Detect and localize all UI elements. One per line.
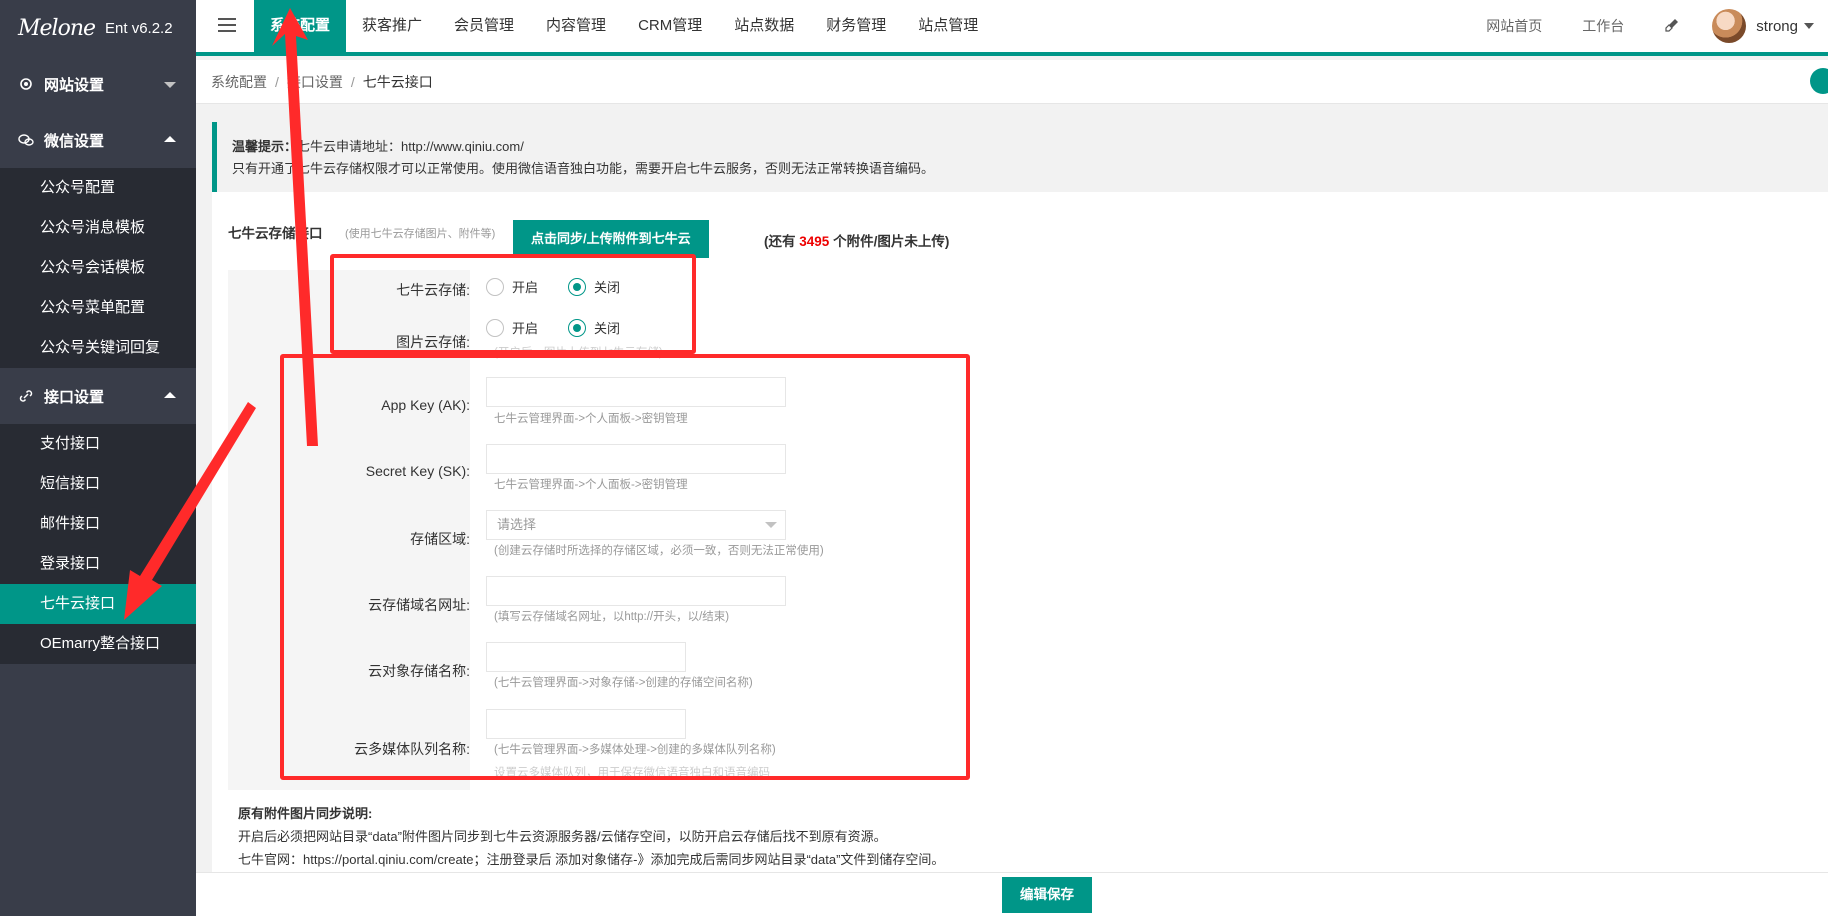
- chevron-down-icon[interactable]: [1804, 23, 1814, 29]
- top-header: 系统配置 获客推广 会员管理 内容管理 CRM管理 站点数据 财务管理 站点管理…: [196, 0, 1828, 56]
- sidebar-item-mp-config[interactable]: 公众号配置: [0, 168, 196, 208]
- form-subtitle: (使用七牛云存储图片、附件等): [345, 228, 496, 240]
- save-button[interactable]: 编辑保存: [1002, 877, 1092, 913]
- username[interactable]: strong: [1756, 18, 1798, 35]
- chevron-up-icon: [164, 392, 176, 398]
- chevron-up-icon: [164, 136, 176, 142]
- nav-customer-acquisition[interactable]: 获客推广: [346, 0, 438, 52]
- annotation-box-fields: [280, 354, 970, 780]
- annotation-box-toggles: [330, 254, 696, 354]
- top-right-actions: 网站首页 工作台 strong: [1466, 0, 1828, 52]
- sidebar-item-mp-menu-config[interactable]: 公众号菜单配置: [0, 288, 196, 328]
- breadcrumb-current: 七牛云接口: [362, 73, 433, 90]
- nav-site-management[interactable]: 站点管理: [902, 0, 994, 52]
- sidebar-item-login-api[interactable]: 登录接口: [0, 544, 196, 584]
- menu-toggle-icon[interactable]: [218, 18, 236, 34]
- sidebar-item-mp-keyword-reply[interactable]: 公众号关键词回复: [0, 328, 196, 368]
- refresh-icon[interactable]: [1810, 68, 1828, 94]
- sidebar-group-website[interactable]: 网站设置: [0, 56, 196, 112]
- breadcrumb-item[interactable]: 系统配置: [211, 72, 267, 92]
- wechat-icon: [18, 134, 34, 146]
- remain-prefix: (还有: [764, 234, 796, 249]
- sidebar-item-qiniu-api[interactable]: 七牛云接口: [0, 584, 196, 624]
- nav-member-management[interactable]: 会员管理: [438, 0, 530, 52]
- notes-line-1: 开启后必须把网站目录“data”附件图片同步到七牛云资源服务器/云储存空间，以防…: [238, 829, 887, 844]
- remain-suffix: 个附件/图片未上传): [833, 234, 950, 249]
- sidebar-item-payment-api[interactable]: 支付接口: [0, 424, 196, 464]
- sidebar-item-mp-session-template[interactable]: 公众号会话模板: [0, 248, 196, 288]
- link-icon: [19, 390, 33, 402]
- sidebar-sublist-api: 支付接口 短信接口 邮件接口 登录接口 七牛云接口 OEmarry整合接口: [0, 424, 196, 664]
- sync-upload-button[interactable]: 点击同步/上传附件到七牛云: [513, 220, 709, 258]
- logo[interactable]: Melone Ent v6.2.2: [0, 0, 196, 56]
- sidebar-item-sms-api[interactable]: 短信接口: [0, 464, 196, 504]
- brush-icon: [1665, 18, 1679, 32]
- app-version: Ent v6.2.2: [105, 19, 173, 37]
- tip-line-1: 温馨提示：七牛云申请地址：http://www.qiniu.com/: [232, 136, 1813, 158]
- top-nav: 系统配置 获客推广 会员管理 内容管理 CRM管理 站点数据 财务管理 站点管理: [254, 0, 994, 52]
- sidebar-item-email-api[interactable]: 邮件接口: [0, 504, 196, 544]
- sidebar-sublist-wechat: 公众号配置 公众号消息模板 公众号会话模板 公众号菜单配置 公众号关键词回复: [0, 168, 196, 368]
- sidebar-group-api[interactable]: 接口设置: [0, 368, 196, 424]
- notes-line-2: 七牛官网：https://portal.qiniu.com/create；注册登…: [238, 852, 945, 867]
- remaining-count-text: (还有 3495 个附件/图片未上传): [764, 230, 949, 250]
- breadcrumb-separator: /: [275, 73, 279, 90]
- sidebar: Melone Ent v6.2.2 网站设置 微信设置 公众号配置 公众号消息模…: [0, 0, 196, 916]
- breadcrumb-item[interactable]: 接口设置: [287, 72, 343, 92]
- sidebar-group-label: 微信设置: [44, 132, 105, 150]
- workbench-link[interactable]: 工作台: [1562, 16, 1644, 36]
- sync-notes: 原有附件图片同步说明: 开启后必须把网站目录“data”附件图片同步到七牛云资源…: [238, 802, 944, 871]
- nav-content-management[interactable]: 内容管理: [530, 0, 622, 52]
- tip-box: 温馨提示：七牛云申请地址：http://www.qiniu.com/ 只有开通了…: [212, 122, 1828, 192]
- sidebar-item-mp-message-template[interactable]: 公众号消息模板: [0, 208, 196, 248]
- notes-title: 原有附件图片同步说明:: [238, 806, 373, 821]
- chevron-down-icon: [164, 82, 176, 88]
- tip-text-1: 七牛云申请地址：http://www.qiniu.com/: [297, 139, 524, 154]
- breadcrumb: 系统配置 / 接口设置 / 七牛云接口: [196, 60, 1828, 104]
- tip-label: 温馨提示：: [232, 139, 298, 154]
- breadcrumb-separator: /: [350, 73, 355, 90]
- site-home-link[interactable]: 网站首页: [1466, 16, 1562, 36]
- nav-crm-management[interactable]: CRM管理: [622, 0, 718, 52]
- sidebar-group-label: 接口设置: [44, 388, 105, 406]
- gear-icon: [20, 78, 32, 90]
- sidebar-item-oemarry-api[interactable]: OEmarry整合接口: [0, 624, 196, 664]
- tip-text-2: 只有开通了七牛云存储权限才可以正常使用。使用微信语音独白功能，需要开启七牛云服务…: [232, 161, 935, 176]
- nav-system-config[interactable]: 系统配置: [254, 0, 347, 52]
- logo-mark: Melone: [18, 15, 96, 41]
- form-title: 七牛云存储接口: [228, 226, 323, 241]
- footer-bar: 编辑保存: [196, 872, 1828, 916]
- nav-finance-management[interactable]: 财务管理: [810, 0, 902, 52]
- sidebar-group-label: 网站设置: [44, 76, 105, 94]
- avatar[interactable]: [1712, 9, 1747, 43]
- sidebar-group-wechat[interactable]: 微信设置: [0, 112, 196, 168]
- nav-site-data[interactable]: 站点数据: [718, 0, 810, 52]
- clear-cache-icon[interactable]: [1644, 17, 1700, 36]
- remain-count: 3495: [799, 234, 830, 249]
